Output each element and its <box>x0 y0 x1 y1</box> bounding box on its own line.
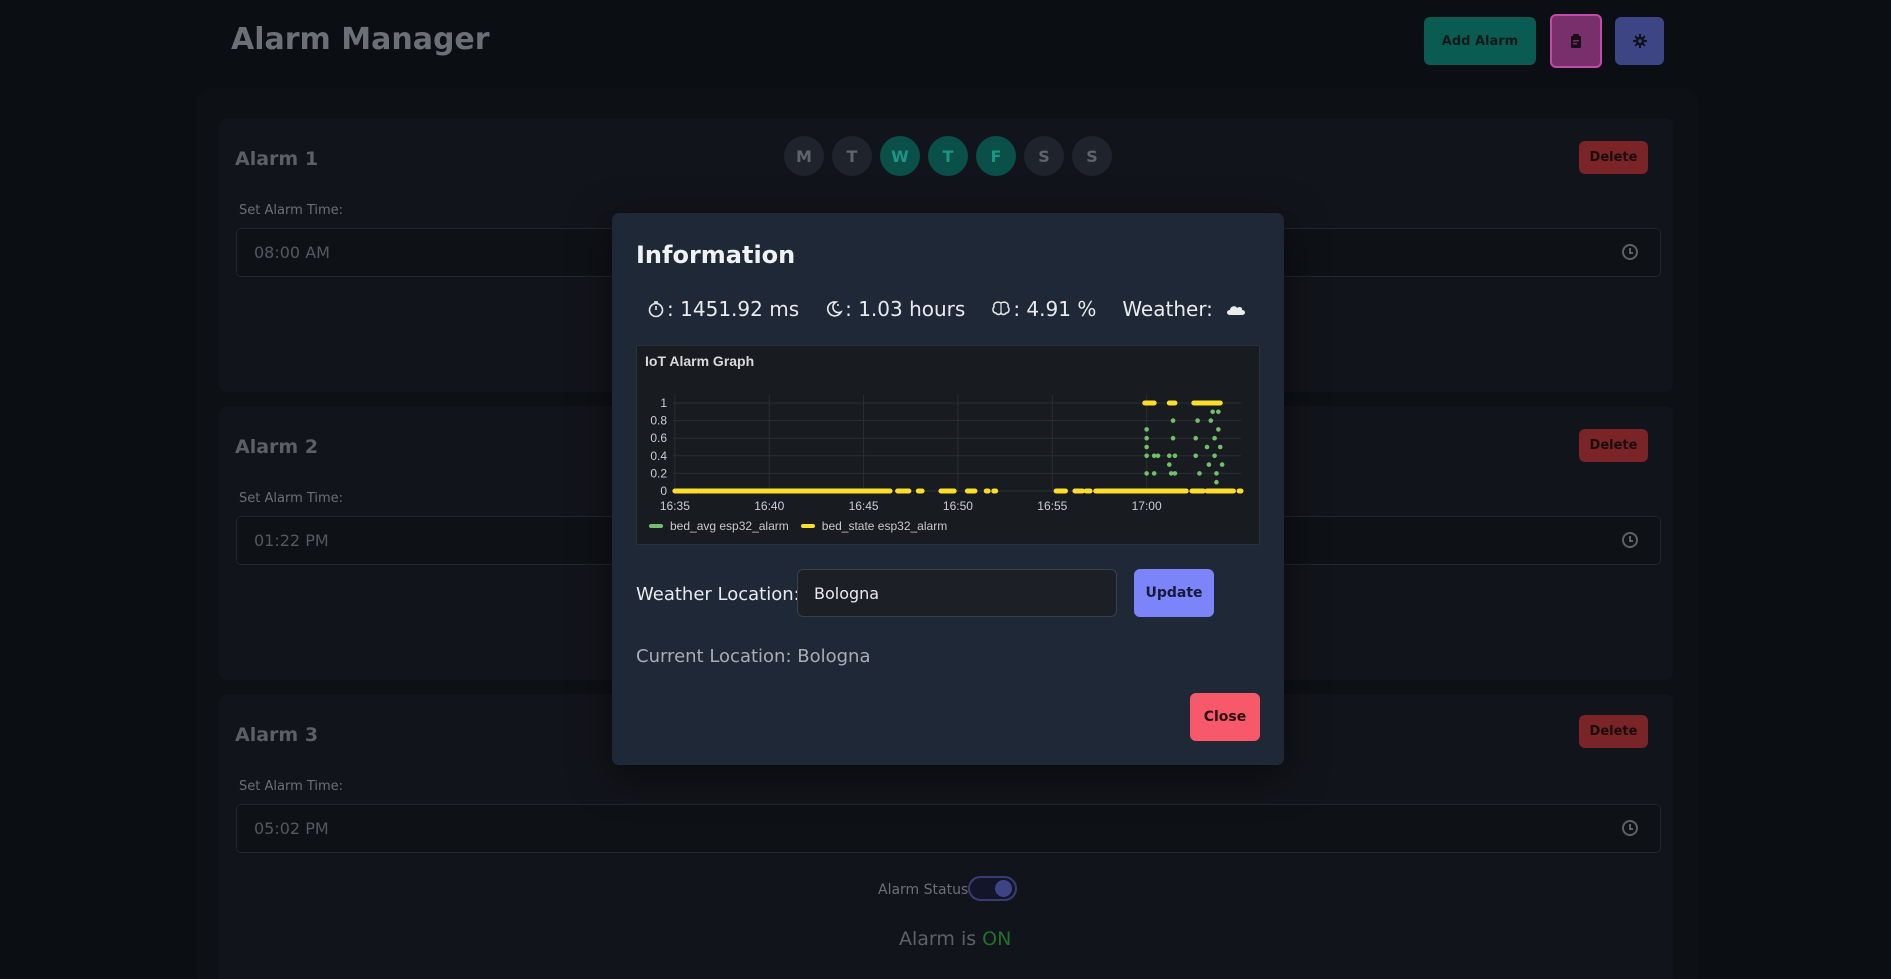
bed-avg-point <box>1166 453 1172 459</box>
bed-avg-point <box>1144 471 1149 476</box>
bed-avg-point <box>1204 444 1210 450</box>
bed-avg-point <box>1212 453 1217 459</box>
y-tick-label: 0.8 <box>650 414 667 428</box>
bed-avg-point <box>1155 453 1161 459</box>
sleep-value: : 1.03 hours <box>845 297 966 321</box>
y-tick-label: 1 <box>660 396 667 410</box>
moon-icon <box>827 301 843 317</box>
bed-avg-point <box>1172 471 1178 476</box>
bed-avg-point <box>1208 418 1214 423</box>
stats-row: : 1451.92 ms : 1.03 hours : 4.91 % Weath… <box>612 297 1284 321</box>
bed-avg-point <box>1144 444 1149 450</box>
graph-title: IoT Alarm Graph <box>645 353 755 369</box>
current-location-text: Current Location: Bologna <box>636 646 871 667</box>
bed-avg-point <box>1210 409 1215 415</box>
sleep-stat: : 1.03 hours <box>825 297 965 321</box>
y-tick-label: 0.2 <box>650 466 667 480</box>
modal-title: Information <box>636 241 796 269</box>
bed-avg-point <box>1216 427 1221 432</box>
bed-avg-point <box>1206 462 1212 467</box>
legend-swatch <box>649 524 663 528</box>
latency-value: : 1451.92 ms <box>667 297 800 321</box>
bed-avg-point <box>1166 462 1172 467</box>
brain-icon <box>992 301 1011 316</box>
bed-avg-point <box>1193 435 1199 441</box>
bed-avg-point <box>1144 427 1149 432</box>
bed-avg-point <box>1217 444 1223 450</box>
x-tick-label: 16:35 <box>660 499 690 513</box>
weather-stat: Weather: <box>1122 297 1249 321</box>
bed-avg-point <box>1144 435 1149 441</box>
bed-avg-point <box>1216 409 1221 415</box>
x-tick-label: 16:50 <box>943 499 973 513</box>
x-tick-label: 16:55 <box>1037 499 1067 513</box>
weather-location-label: Weather Location: <box>636 584 800 605</box>
legend-label: bed_state esp32_alarm <box>821 519 948 533</box>
graph-canvas: 0 0.2 0.4 0.6 0.8 1 16:35 16:40 16:45 16:50 16:55 1… <box>650 395 1244 513</box>
bed-avg-point <box>1172 453 1178 459</box>
alarm-manager-page: Alarm Manager Add Alarm Alarm 1 M T W T … <box>0 0 1891 979</box>
bed-avg-point <box>1144 453 1149 459</box>
latency-stat: : 1451.92 ms <box>647 297 799 321</box>
update-location-button[interactable]: Update <box>1134 569 1214 617</box>
legend-item-bed-avg[interactable]: bed_avg esp32_alarm <box>649 519 789 533</box>
bed-avg-point <box>1151 471 1157 476</box>
graph-legend: bed_avg esp32_alarm bed_state esp32_alar… <box>649 519 947 533</box>
bed-avg-point <box>1219 462 1225 467</box>
x-tick-label: 16:40 <box>754 499 784 513</box>
brain-stat: : 4.91 % <box>991 297 1096 321</box>
x-tick-label: 16:45 <box>849 499 879 513</box>
weather-label: Weather: <box>1122 297 1213 321</box>
bed-avg-point <box>1195 418 1200 423</box>
stopwatch-icon <box>648 301 664 318</box>
legend-label: bed_avg esp32_alarm <box>670 519 789 533</box>
legend-item-bed-state[interactable]: bed_state esp32_alarm <box>800 519 948 533</box>
bed-avg-point <box>1197 471 1202 476</box>
bed-avg-point <box>1214 479 1219 485</box>
iot-alarm-graph: 0 0.2 0.4 0.6 0.8 1 16:35 16:40 16:45 16:50 16:55 1… <box>636 345 1260 545</box>
y-tick-label: 0 <box>660 484 667 498</box>
y-tick-label: 0.6 <box>650 431 667 445</box>
bed-avg-point <box>1214 471 1219 476</box>
y-tick-label: 0.4 <box>650 449 667 463</box>
information-modal: Information : 1451.92 ms : 1.03 hours : … <box>612 213 1284 765</box>
weather-location-input[interactable] <box>797 569 1117 617</box>
bed-avg-point <box>1170 418 1176 423</box>
bed-avg-point <box>1170 435 1176 441</box>
legend-swatch <box>800 524 815 528</box>
close-modal-button[interactable]: Close <box>1190 693 1260 741</box>
bed-avg-point <box>1193 453 1199 459</box>
cloud-icon <box>1226 306 1245 315</box>
brain-value: : 4.91 % <box>1013 297 1097 321</box>
x-tick-label: 17:00 <box>1132 499 1162 513</box>
bed-avg-point <box>1212 435 1217 441</box>
